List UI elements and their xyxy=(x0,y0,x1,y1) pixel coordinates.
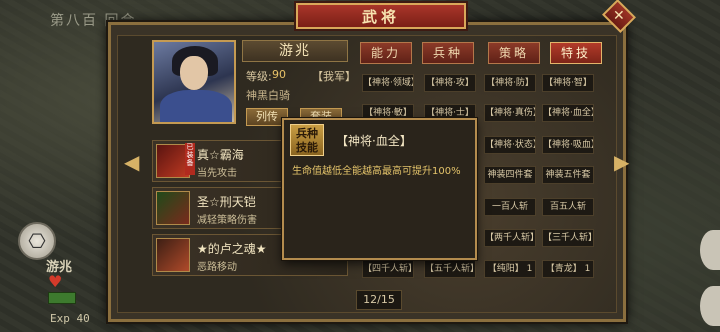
tab-strategy[interactable]: 策略 xyxy=(488,42,540,64)
skill-tooltip: 兵种 技能 【神将·血全】 生命值越低全能越高最高可提升100% xyxy=(282,118,477,260)
skill-item[interactable]: 【两千人斩】 xyxy=(484,229,536,247)
tooltip-title: 【神将·血全】 xyxy=(336,134,412,148)
equipment-name: 真☆霸海 xyxy=(197,148,244,162)
tab-troops[interactable]: 兵种 xyxy=(422,42,474,64)
skill-item[interactable]: 【神将·血全】 xyxy=(542,104,594,122)
skill-item[interactable]: 【神将·状态】 xyxy=(484,136,536,154)
hero-level-label: 等级: xyxy=(246,70,272,83)
skill-item[interactable]: 【神将·真伤】 xyxy=(484,104,536,122)
heart-icon: ♥ xyxy=(48,272,63,291)
skill-item[interactable]: 【三千人斩】 xyxy=(542,229,594,247)
equipment-desc: 恶路移动 xyxy=(197,262,237,273)
skill-item[interactable]: 【神将·吸血】 xyxy=(542,136,594,154)
hp-bar xyxy=(48,292,76,304)
prev-arrow-icon[interactable]: ◀ xyxy=(124,150,139,174)
troop-skill-badge: 兵种 技能 xyxy=(290,124,324,156)
exp-readout: Exp 40 xyxy=(50,312,90,325)
panel-title: 武将 xyxy=(296,3,466,29)
equipment-name: ★的卢之魂★ xyxy=(197,242,267,256)
horse-icon xyxy=(156,238,190,272)
skill-item[interactable]: 神装五件套 xyxy=(542,166,594,184)
hero-title: 神黑白骑 xyxy=(246,89,290,102)
skill-item[interactable]: 百五人斩 xyxy=(542,198,594,216)
close-icon: ✕ xyxy=(613,7,625,24)
skill-item[interactable]: 【神将·智】 xyxy=(542,74,594,92)
equipment-desc: 当先攻击 xyxy=(197,168,237,179)
tooltip-description: 生命值越低全能越高最高可提升100% xyxy=(292,166,461,177)
hero-faction: 【我军】 xyxy=(312,70,356,83)
tab-special-skills[interactable]: 特技 xyxy=(550,42,602,64)
skill-item[interactable]: 【青龙】 1 xyxy=(542,260,594,278)
equipped-tag: 已装备 xyxy=(185,143,195,175)
skill-item[interactable]: 【神将·攻】 xyxy=(424,74,476,92)
skill-item[interactable]: 【神将·领域】 xyxy=(362,74,414,92)
equipment-desc: 减轻策略伤害 xyxy=(197,215,257,226)
hero-name: 游兆 xyxy=(242,40,348,62)
skill-item[interactable]: 【五千人斩】 xyxy=(424,260,476,278)
page-indicator: 12/15 xyxy=(356,290,402,310)
hero-level-value: 90 xyxy=(272,68,286,81)
side-button-right-top[interactable] xyxy=(700,230,720,270)
tab-ability[interactable]: 能力 xyxy=(360,42,412,64)
next-arrow-icon[interactable]: ▶ xyxy=(614,150,629,174)
hero-portrait xyxy=(152,40,236,124)
side-button-right-bottom[interactable] xyxy=(700,286,720,326)
skill-item[interactable]: 一百人斩 xyxy=(484,198,536,216)
menu-icon[interactable]: ⎔ xyxy=(18,222,56,260)
armor-icon xyxy=(156,191,190,225)
skill-item[interactable]: 【神将·防】 xyxy=(484,74,536,92)
equipment-name: 圣☆刑天铠 xyxy=(197,195,256,209)
skill-item[interactable]: 【四千人斩】 xyxy=(362,260,414,278)
skill-item[interactable]: 神装四件套 xyxy=(484,166,536,184)
skill-item[interactable]: 【纯阳】 1 xyxy=(484,260,536,278)
